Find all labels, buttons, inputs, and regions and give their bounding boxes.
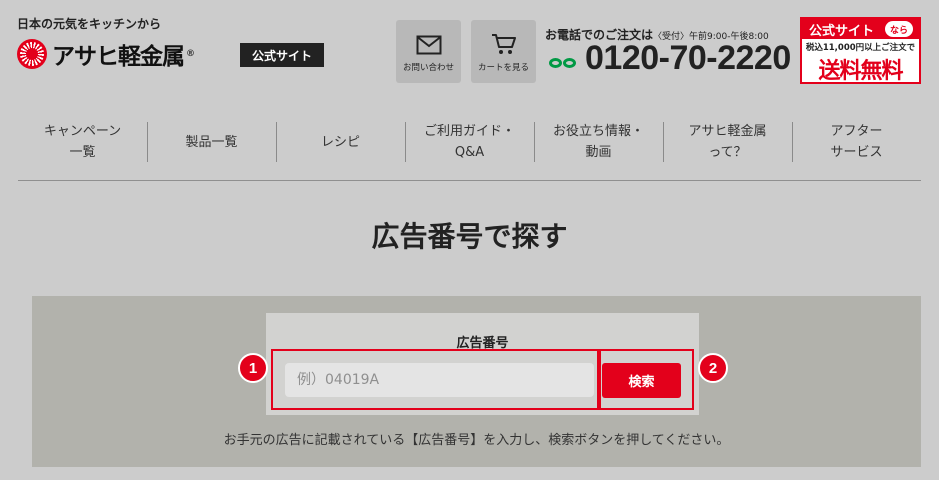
sun-logo-icon [17,39,47,69]
cart-button[interactable]: カートを見る [471,20,536,83]
step-marker-1: 1 [238,353,268,383]
phone-number[interactable]: 0120-70-2220 [585,39,791,78]
nav-item-tips-videos[interactable]: お役立ち情報・ 動画 [534,118,663,166]
global-nav: キャンペーン 一覧 製品一覧 レシピ ご利用ガイド・ Q&A お役立ち情報・ 動… [18,118,921,166]
nav-item-about[interactable]: アサヒ軽金属 って？ [663,118,792,166]
free-shipping-headline: 送料無料 [818,59,903,84]
page-title: 広告番号で探す [371,220,568,253]
freedial-icon [545,54,579,71]
nav-item-products[interactable]: 製品一覧 [147,118,276,166]
free-shipping-top-text: 公式サイト [809,23,875,39]
nav-item-guide-faq[interactable]: ご利用ガイド・ Q&A [405,118,534,166]
nav-item-after-service[interactable]: アフター サービス [792,118,921,166]
nav-item-campaigns[interactable]: キャンペーン 一覧 [18,118,147,166]
site-tagline: 日本の元気をキッチンから [17,17,162,31]
highlight-button-box [599,349,694,410]
mail-icon [416,35,441,55]
free-shipping-top: 公式サイト なら [802,19,919,39]
highlight-input-box [271,349,599,410]
step-marker-2: 2 [698,353,728,383]
site-logo[interactable]: アサヒ軽金属 ® [17,38,195,70]
nav-item-recipes[interactable]: レシピ [276,118,405,166]
cart-icon [491,34,516,54]
free-shipping-condition: 税込11,000円以上ご注文で [805,43,916,53]
official-site-badge: 公式サイト [240,43,324,67]
logo-text: アサヒ軽金属 [52,44,185,70]
search-instructions: お手元の広告に記載されている【広告番号】を入力し、検索ボタンを押してください。 [223,433,730,448]
registered-mark: ® [186,49,195,59]
free-shipping-banner[interactable]: 公式サイト なら 税込11,000円以上ご注文で 送料無料 [800,17,921,84]
contact-button-label: お問い合わせ [402,63,454,73]
nav-divider [18,180,921,181]
cart-button-label: カートを見る [477,63,529,73]
contact-button[interactable]: お問い合わせ [396,20,461,83]
free-shipping-top-badge: なら [885,21,913,37]
